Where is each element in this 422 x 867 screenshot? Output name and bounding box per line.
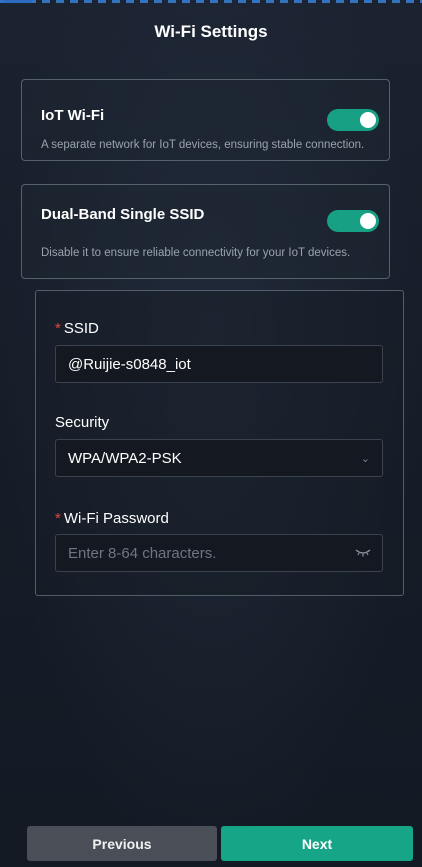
dual-band-description: Disable it to ensure reliable connectivi… xyxy=(41,247,351,259)
top-progress-indicator xyxy=(0,0,422,3)
iot-wifi-toggle[interactable] xyxy=(327,109,379,131)
next-button[interactable]: Next xyxy=(221,826,413,861)
password-label: * Wi-Fi Password xyxy=(55,510,169,527)
toggle-knob xyxy=(360,112,376,128)
ssid-form-panel: *SSID Security WPA/WPA2-PSK ⌄ *Wi-Fi Pas… xyxy=(35,290,404,596)
ssid-label-text: SSID xyxy=(63,320,99,337)
dual-band-card: Dual-Band Single SSID Disable it to ensu… xyxy=(21,184,390,279)
required-mark: * xyxy=(55,320,61,337)
toggle-knob xyxy=(360,213,376,229)
dual-band-title: Dual-Band Single SSID xyxy=(41,206,205,223)
required-mark: * xyxy=(55,510,61,527)
password-field-wrapper xyxy=(36,534,403,572)
iot-wifi-card: IoT Wi-Fi A separate network for IoT dev… xyxy=(21,79,390,161)
password-input[interactable] xyxy=(55,534,383,572)
ssid-input[interactable] xyxy=(55,345,383,383)
password-label-text: Wi-Fi Password xyxy=(63,510,169,527)
dual-band-toggle[interactable] xyxy=(327,210,379,232)
security-label: Security xyxy=(55,414,110,431)
iot-wifi-description: A separate network for IoT devices, ensu… xyxy=(41,139,365,151)
security-selected-value: WPA/WPA2-PSK xyxy=(68,449,182,467)
iot-wifi-title: IoT Wi-Fi xyxy=(41,107,105,124)
chevron-down-icon: ⌄ xyxy=(360,452,370,465)
previous-button[interactable]: Previous xyxy=(27,826,217,861)
page-title: Wi-Fi Settings xyxy=(154,22,268,41)
security-select[interactable]: WPA/WPA2-PSK ⌄ xyxy=(55,439,383,477)
eye-closed-icon[interactable] xyxy=(355,545,371,559)
ssid-label: * SSID xyxy=(55,320,99,337)
